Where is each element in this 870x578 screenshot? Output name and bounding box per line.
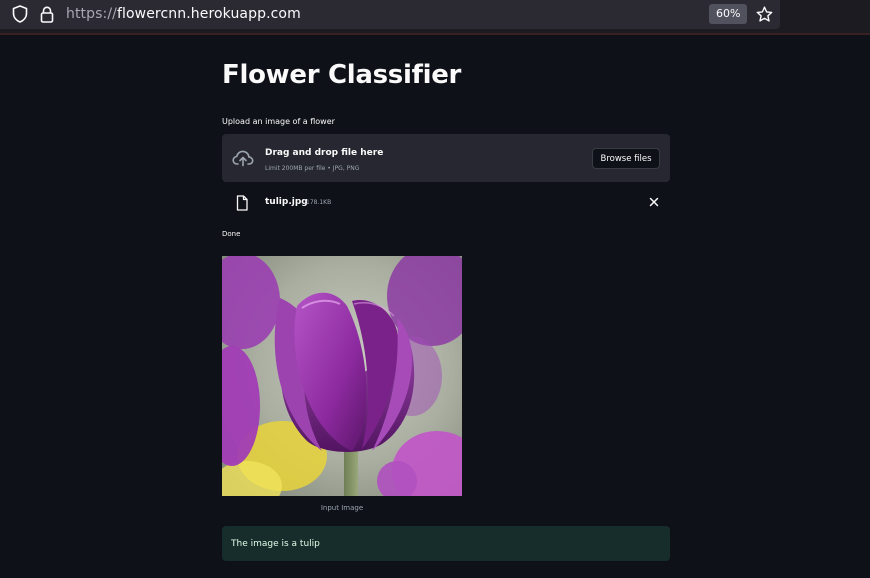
url-host: flowercnn.herokuapp.com (116, 6, 301, 22)
status-text: Done (222, 230, 241, 238)
dropzone-instructions: Drag and drop file here (265, 148, 384, 158)
uploaded-file-name: tulip.jpg (265, 197, 308, 207)
prediction-text: The image is a tulip (231, 539, 320, 549)
browse-files-button[interactable]: Browse files (592, 148, 660, 169)
input-image (222, 256, 462, 496)
zoom-level-badge[interactable]: 60% (709, 4, 748, 24)
uploader-label: Upload an image of a flower (222, 117, 335, 126)
page-title: Flower Classifier (222, 60, 462, 90)
close-icon[interactable] (647, 195, 661, 209)
image-caption: Input Image (320, 504, 364, 512)
star-icon[interactable] (755, 5, 773, 23)
shield-icon[interactable] (11, 5, 29, 23)
url-text[interactable]: https://flowercnn.herokuapp.com (66, 6, 301, 22)
uploaded-file-size: 178.1KB (306, 199, 332, 206)
file-icon (235, 194, 249, 211)
url-protocol: https:// (66, 6, 117, 22)
dropzone-limit-text: Limit 200MB per file • JPG, PNG (265, 165, 360, 172)
lock-icon[interactable] (39, 5, 55, 23)
toolbar-divider (0, 33, 870, 35)
cloud-upload-icon (232, 149, 254, 167)
